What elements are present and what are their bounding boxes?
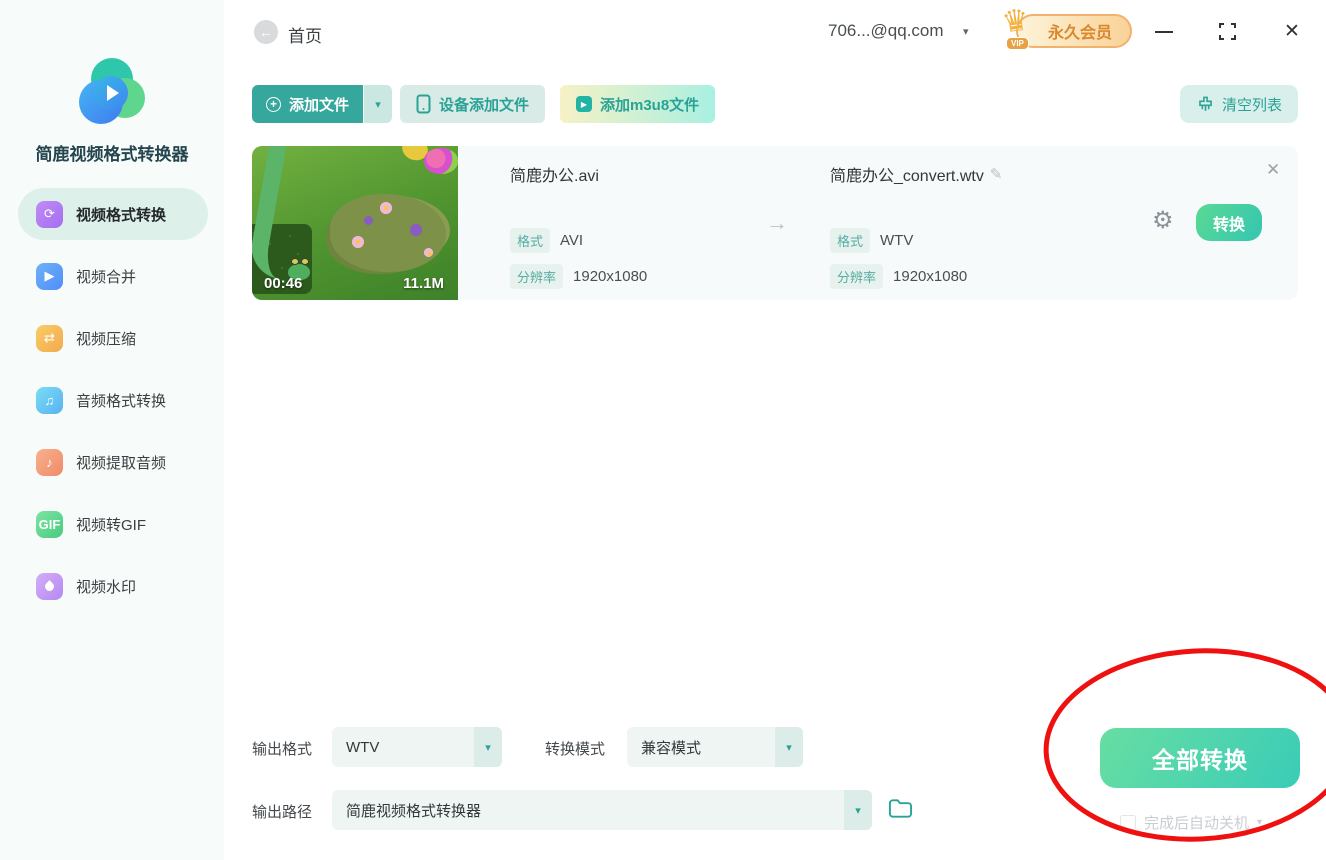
sidebar-item-video-merge[interactable]: ▶ 视频合并	[18, 250, 208, 302]
video-file-icon: ▶	[576, 96, 592, 112]
output-path-value: 简鹿视频格式转换器	[332, 800, 844, 821]
sidebar-item-label: 视频水印	[76, 576, 136, 597]
item-settings-gear-icon[interactable]: ⚙	[1152, 206, 1174, 235]
app-window: 简鹿视频格式转换器 ⟳ 视频格式转换 ▶ 视频合并 ⇄ 视频压缩 ♫ 音频格式转…	[0, 0, 1326, 860]
target-format-value: WTV	[880, 232, 913, 249]
add-from-device-label: 设备添加文件	[439, 94, 529, 115]
audio-convert-icon: ♫	[36, 387, 63, 414]
app-title: 简鹿视频格式转换器	[0, 140, 224, 165]
add-file-dropdown-button[interactable]: ▾	[364, 85, 392, 123]
app-logo-icon	[79, 58, 145, 130]
crown-icon: ♛	[1000, 2, 1032, 40]
sidebar-item-label: 视频格式转换	[76, 204, 166, 225]
source-filename: 简鹿办公.avi	[510, 162, 599, 186]
output-format-dropdown[interactable]: WTV ▾	[332, 727, 502, 767]
clear-list-label: 清空列表	[1222, 94, 1282, 115]
resolution-badge: 分辨率	[510, 264, 563, 289]
folder-icon	[888, 797, 913, 819]
account-caret-icon[interactable]: ▾	[963, 25, 969, 38]
sidebar-item-video-to-gif[interactable]: GIF 视频转GIF	[18, 498, 208, 550]
sidebar-item-label: 视频合并	[76, 266, 136, 287]
sidebar: 简鹿视频格式转换器 ⟳ 视频格式转换 ▶ 视频合并 ⇄ 视频压缩 ♫ 音频格式转…	[0, 0, 224, 860]
sidebar-item-label: 视频转GIF	[76, 514, 146, 535]
close-button[interactable]: ✕	[1284, 20, 1300, 43]
watermark-icon	[36, 573, 63, 600]
maximize-icon	[1219, 23, 1236, 40]
auto-shutdown-label: 完成后自动关机	[1144, 812, 1249, 833]
plus-icon: +	[266, 97, 281, 112]
video-compress-icon: ⇄	[36, 325, 63, 352]
resolution-badge: 分辨率	[830, 264, 883, 289]
sidebar-item-video-format-convert[interactable]: ⟳ 视频格式转换	[18, 188, 208, 240]
maximize-button[interactable]	[1219, 23, 1236, 40]
source-format-value: AVI	[560, 232, 583, 249]
convert-button[interactable]: 转换	[1196, 204, 1262, 241]
convert-mode-label: 转换模式	[545, 738, 605, 759]
add-from-device-button[interactable]: 设备添加文件	[400, 85, 545, 123]
sidebar-item-label: 视频提取音频	[76, 452, 166, 473]
video-merge-icon: ▶	[36, 263, 63, 290]
add-m3u8-button[interactable]: ▶ 添加m3u8文件	[560, 85, 715, 123]
chevron-down-icon: ▾	[844, 790, 872, 830]
convert-all-button[interactable]: 全部转换	[1100, 728, 1300, 788]
chevron-down-icon: ▾	[1257, 817, 1262, 828]
convert-mode-value: 兼容模式	[627, 737, 775, 758]
arrow-right-icon: →	[766, 210, 788, 236]
sidebar-item-audio-format-convert[interactable]: ♫ 音频格式转换	[18, 374, 208, 426]
output-path-label: 输出路径	[252, 801, 312, 822]
sidebar-item-video-compress[interactable]: ⇄ 视频压缩	[18, 312, 208, 364]
target-filename: 简鹿办公_convert.wtv	[830, 162, 984, 186]
output-format-label: 输出格式	[252, 738, 312, 759]
edit-filename-icon[interactable]: ✎	[990, 165, 1003, 183]
phone-icon	[416, 94, 431, 114]
chevron-down-icon: ▾	[474, 727, 502, 767]
add-m3u8-label: 添加m3u8文件	[600, 94, 699, 115]
video-filesize: 11.1M	[403, 275, 444, 292]
add-file-label: 添加文件	[289, 94, 349, 115]
format-badge: 格式	[830, 228, 870, 253]
vip-tag: VIP	[1006, 37, 1029, 50]
sidebar-item-label: 音频格式转换	[76, 390, 166, 411]
vip-badge[interactable]: ♛ VIP 永久会员	[1016, 14, 1132, 48]
remove-item-icon[interactable]: ✕	[1266, 160, 1280, 180]
output-path-dropdown[interactable]: 简鹿视频格式转换器 ▾	[332, 790, 872, 830]
output-format-value: WTV	[332, 739, 474, 756]
auto-shutdown-checkbox[interactable]	[1120, 815, 1136, 831]
video-duration: 00:46	[264, 275, 302, 292]
chevron-down-icon: ▾	[775, 727, 803, 767]
file-list-item: 00:46 11.1M 简鹿办公.avi 格式 AVI 分辨率 1920x108…	[252, 146, 1298, 300]
add-file-button[interactable]: + 添加文件	[252, 85, 363, 123]
gif-icon: GIF	[36, 511, 63, 538]
sidebar-menu: ⟳ 视频格式转换 ▶ 视频合并 ⇄ 视频压缩 ♫ 音频格式转换 ♪ 视频提取音频…	[18, 188, 208, 612]
video-convert-icon: ⟳	[36, 201, 63, 228]
video-thumbnail[interactable]: 00:46 11.1M	[252, 146, 458, 300]
source-resolution-value: 1920x1080	[573, 268, 647, 285]
format-badge: 格式	[510, 228, 550, 253]
open-folder-button[interactable]	[888, 797, 913, 824]
convert-mode-dropdown[interactable]: 兼容模式 ▾	[627, 727, 803, 767]
clear-list-button[interactable]: 清空列表	[1180, 85, 1298, 123]
auto-shutdown-toggle[interactable]: 完成后自动关机 ▾	[1120, 812, 1262, 833]
sidebar-item-video-watermark[interactable]: 视频水印	[18, 560, 208, 612]
target-resolution-value: 1920x1080	[893, 268, 967, 285]
sidebar-item-label: 视频压缩	[76, 328, 136, 349]
extract-audio-icon: ♪	[36, 449, 63, 476]
account-email[interactable]: 706...@qq.com	[828, 21, 944, 41]
minimize-button[interactable]	[1155, 31, 1173, 33]
back-button[interactable]: ←	[254, 20, 278, 44]
add-file-button-group: + 添加文件 ▾	[252, 85, 392, 123]
play-icon	[94, 76, 128, 110]
breadcrumb-home: 首页	[288, 22, 322, 47]
vip-label: 永久会员	[1048, 19, 1112, 43]
broom-icon	[1196, 95, 1215, 114]
sidebar-item-extract-audio[interactable]: ♪ 视频提取音频	[18, 436, 208, 488]
